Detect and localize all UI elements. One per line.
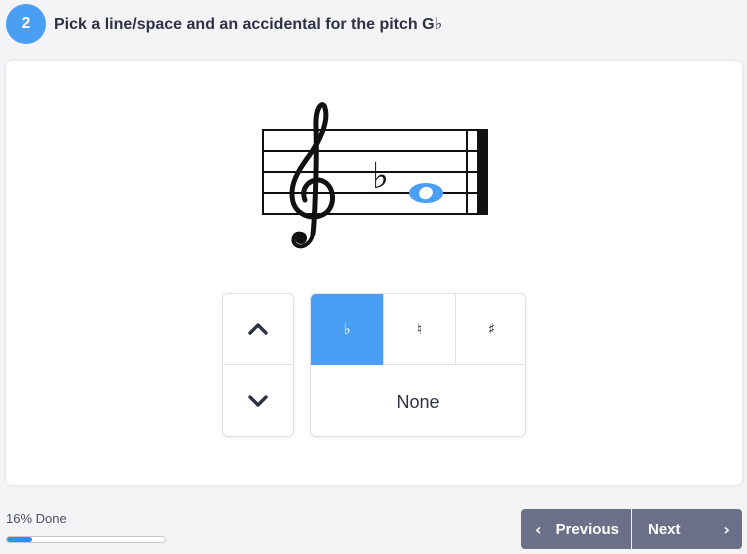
note-head[interactable] — [405, 183, 446, 203]
progress-label: 16% Done — [6, 511, 67, 526]
chevron-right-icon: › — [723, 519, 730, 539]
note-flat-accidental: ♭ — [372, 156, 389, 197]
chevron-up-icon — [248, 323, 268, 335]
previous-button-label: Previous — [555, 520, 619, 538]
chevron-left-icon: ‹ — [535, 519, 542, 539]
move-down-button[interactable] — [223, 365, 293, 436]
natural-button[interactable]: ♮ — [383, 294, 455, 365]
sharp-button[interactable]: ♯ — [455, 294, 525, 365]
flat-button[interactable]: ♭ — [311, 294, 383, 365]
question-text: Pick a line/space and an accidental for … — [54, 16, 443, 33]
move-up-button[interactable] — [223, 294, 293, 365]
next-button[interactable]: Next › — [632, 509, 742, 549]
question-number-badge: 2 — [6, 4, 46, 44]
previous-button[interactable]: ‹ Previous — [521, 509, 631, 549]
no-accidental-button[interactable]: None — [311, 366, 525, 436]
pitch-step-controls — [222, 293, 294, 437]
next-button-label: Next — [648, 520, 681, 538]
progress-bar-fill — [7, 537, 33, 542]
chevron-down-icon — [248, 394, 268, 407]
treble-clef-icon — [289, 102, 336, 249]
accidental-picker: ♭ ♮ ♯ None — [310, 293, 526, 437]
progress-bar — [6, 536, 166, 543]
music-staff: ♭ — [262, 102, 488, 249]
question-card: ♭ ♭ ♮ ♯ None — [6, 61, 742, 485]
